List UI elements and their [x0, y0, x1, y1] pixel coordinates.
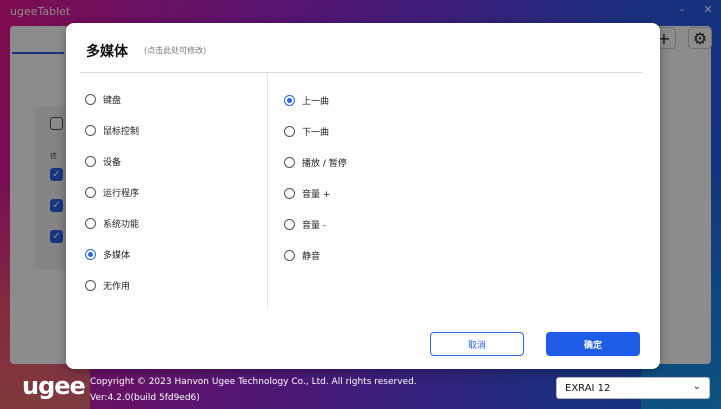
radio-button[interactable]	[284, 250, 295, 261]
category-multimedia[interactable]: 多媒体	[85, 248, 130, 261]
radio-button-selected[interactable]	[284, 95, 295, 106]
category-label: 鼠标控制	[103, 127, 140, 137]
category-no-action[interactable]: 无作用	[85, 279, 130, 292]
radio-button-selected[interactable]	[85, 249, 96, 260]
category-keyboard[interactable]: 键盘	[85, 93, 121, 106]
action-label: 静音	[302, 252, 321, 262]
copyright-text: Copyright © 2023 Hanvon Ugee Technology …	[90, 377, 417, 387]
action-volume-down[interactable]: 音量 -	[284, 218, 326, 231]
radio-button[interactable]	[85, 187, 96, 198]
category-label: 无作用	[103, 282, 131, 292]
category-label: 多媒体	[103, 251, 131, 261]
radio-button[interactable]	[284, 157, 295, 168]
radio-button[interactable]	[85, 218, 96, 229]
category-label: 设备	[103, 158, 122, 168]
action-play-pause[interactable]: 播放 / 暂停	[284, 156, 347, 169]
radio-button[interactable]	[284, 219, 295, 230]
radio-button[interactable]	[85, 156, 96, 167]
device-select[interactable]: EXRAI 12 ⌄	[556, 377, 710, 399]
category-label: 键盘	[103, 96, 122, 106]
dialog-hint: (点击此处可修改)	[144, 46, 207, 55]
version-text: Ver:4.2.0(build 5fd9ed6)	[90, 393, 200, 403]
radio-button[interactable]	[85, 94, 96, 105]
dialog-title[interactable]: 多媒体	[86, 41, 128, 61]
action-mute[interactable]: 静音	[284, 249, 320, 262]
radio-button[interactable]	[284, 126, 295, 137]
ok-button[interactable]: 确定	[546, 332, 640, 356]
action-label: 音量 -	[302, 221, 327, 231]
ugee-logo: ugee	[22, 372, 86, 400]
cancel-button[interactable]: 取消	[430, 332, 524, 356]
action-next-track[interactable]: 下一曲	[284, 125, 329, 138]
category-device[interactable]: 设备	[85, 155, 121, 168]
action-label: 下一曲	[302, 128, 330, 138]
category-run-program[interactable]: 运行程序	[85, 186, 139, 199]
device-select-value: EXRAI 12	[565, 382, 611, 394]
category-label: 系统功能	[103, 220, 140, 230]
column-divider	[267, 73, 268, 309]
radio-button[interactable]	[85, 280, 96, 291]
function-dialog: 多媒体 (点击此处可修改) 键盘 鼠标控制 设备 运行程序 系统功能 多媒体 无…	[66, 23, 660, 369]
radio-button[interactable]	[85, 125, 96, 136]
action-label: 音量 +	[302, 190, 331, 200]
category-mouse-control[interactable]: 鼠标控制	[85, 124, 139, 137]
category-label: 运行程序	[103, 189, 140, 199]
action-label: 上一曲	[302, 97, 330, 107]
radio-button[interactable]	[284, 188, 295, 199]
category-system-function[interactable]: 系统功能	[85, 217, 139, 230]
action-label: 播放 / 暂停	[302, 159, 347, 169]
chevron-down-icon: ⌄	[692, 381, 701, 392]
action-volume-up[interactable]: 音量 +	[284, 187, 330, 200]
action-previous-track[interactable]: 上一曲	[284, 94, 329, 107]
divider	[80, 72, 642, 73]
